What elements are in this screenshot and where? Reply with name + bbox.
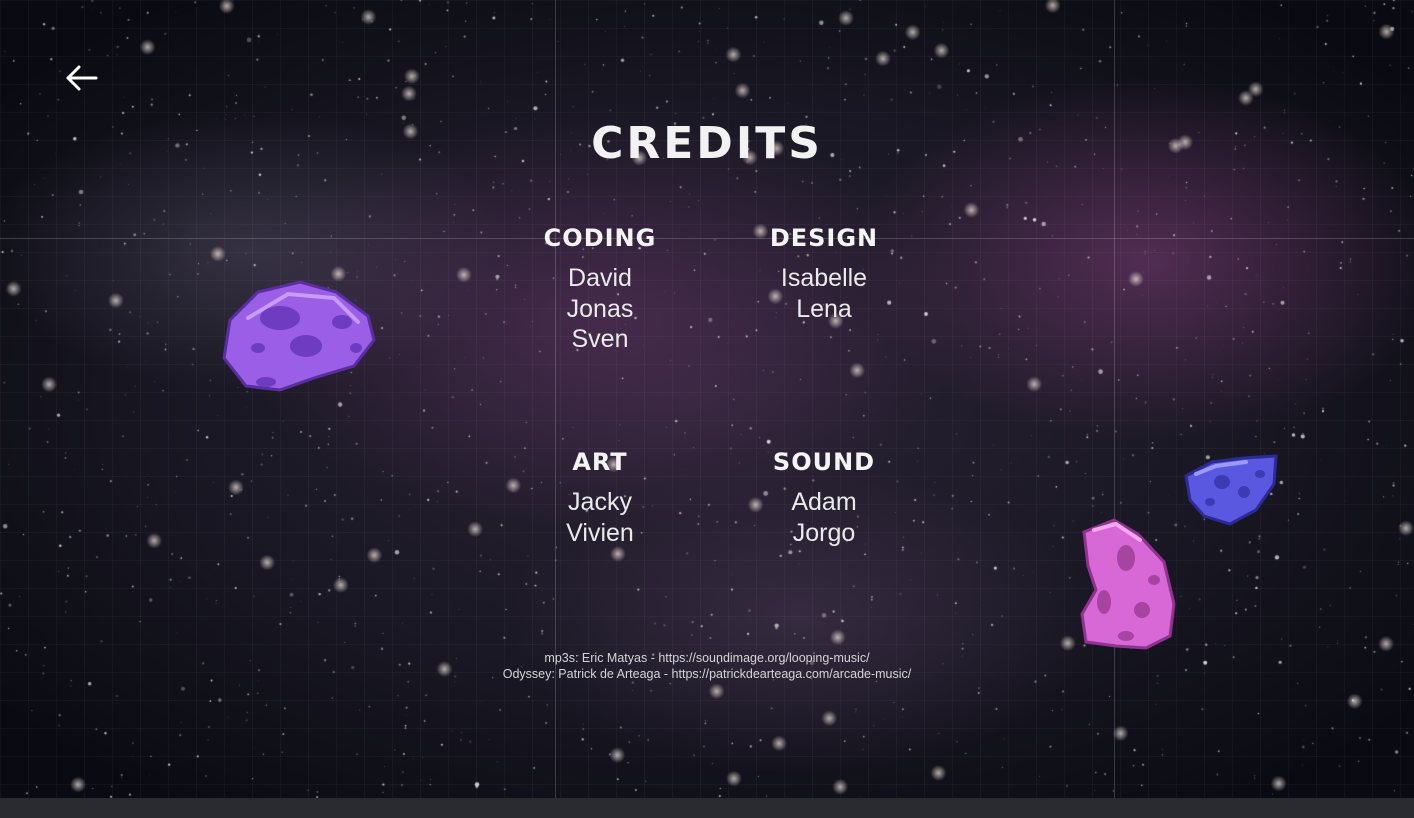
section-heading: CODING — [543, 224, 657, 252]
asteroid-blue — [1184, 454, 1278, 526]
credits-section-design: DESIGN Isabelle Lena — [724, 221, 924, 324]
asteroid-pink — [1080, 518, 1176, 650]
space-background: CREDITS CODING David Jonas Sven DESIGN I… — [0, 0, 1414, 798]
section-heading: ART — [572, 448, 628, 476]
credit-name: David — [568, 264, 632, 292]
editor-guide-line — [0, 238, 1414, 239]
credit-name: Jacky — [568, 488, 632, 516]
bottom-bar — [0, 798, 1414, 818]
page-title: CREDITS — [591, 118, 823, 169]
credit-name: Adam — [791, 488, 857, 516]
attribution-line: Odyssey: Patrick de Arteaga - https://pa… — [502, 666, 912, 681]
section-heading: DESIGN — [769, 224, 879, 252]
credit-name: Jorgo — [792, 518, 856, 547]
credits-section-art: ART Jacky Vivien — [500, 445, 700, 548]
section-heading: SOUND — [772, 448, 876, 476]
music-attribution: mp3s: Eric Matyas - https://soundimage.o… — [0, 651, 1414, 682]
credit-name: Vivien — [566, 518, 634, 547]
credit-name: Isabelle — [780, 264, 868, 292]
back-button[interactable] — [62, 60, 102, 96]
credit-name: Lena — [796, 294, 852, 323]
asteroid-purple — [222, 280, 376, 392]
credit-name: Sven — [571, 325, 629, 353]
credit-name: Jonas — [566, 294, 634, 323]
credits-section-coding: CODING David Jonas Sven — [500, 221, 700, 355]
attribution-line: mp3s: Eric Matyas - https://soundimage.o… — [544, 651, 870, 665]
arrow-left-icon — [66, 65, 98, 91]
credits-section-sound: SOUND Adam Jorgo — [724, 445, 924, 548]
